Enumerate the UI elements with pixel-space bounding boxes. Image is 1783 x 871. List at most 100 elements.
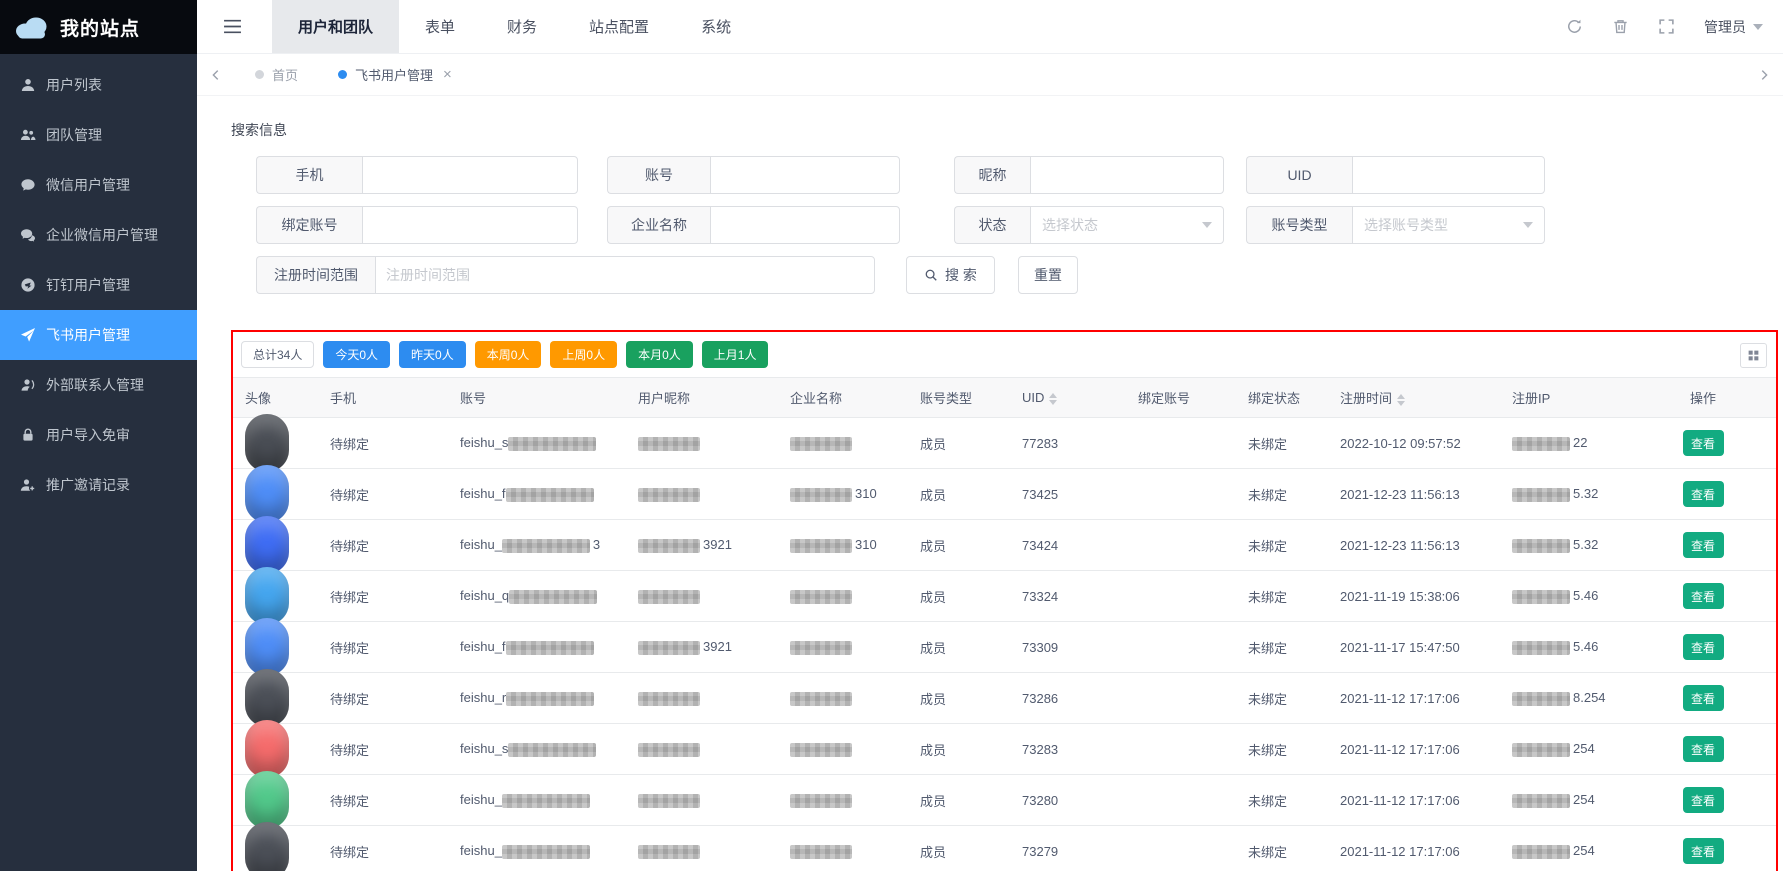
fullscreen-icon[interactable] (1658, 18, 1675, 35)
sidebar-item-6[interactable]: 飞书用户管理 (0, 310, 197, 360)
page-tab-1[interactable]: 首页 (235, 65, 318, 84)
sidebar-item-9[interactable]: 推广邀请记录 (0, 460, 197, 510)
view-button[interactable]: 查看 (1683, 685, 1724, 711)
cell-uid: 73424 (1010, 520, 1126, 571)
reset-button[interactable]: 重置 (1018, 256, 1078, 294)
uid-input[interactable] (1352, 156, 1545, 194)
cell-company: 310 (778, 469, 908, 520)
nickname-input[interactable] (1030, 156, 1224, 194)
cell-phone: 待绑定 (318, 775, 448, 826)
view-button[interactable]: 查看 (1683, 532, 1724, 558)
wecom-icon (20, 227, 36, 243)
redacted-text (1512, 692, 1570, 706)
view-button[interactable]: 查看 (1683, 787, 1724, 813)
cell-company: 310 (778, 520, 908, 571)
sort-icon[interactable] (1397, 394, 1405, 406)
sidebar-item-3[interactable]: 微信用户管理 (0, 160, 197, 210)
reset-button-label: 重置 (1034, 265, 1062, 285)
sidebar-item-2[interactable]: 团队管理 (0, 110, 197, 160)
stat-button-3[interactable]: 昨天0人 (399, 341, 466, 368)
cell-avatar (233, 622, 318, 673)
redacted-text (638, 641, 700, 655)
cell-type: 成员 (908, 673, 1010, 724)
account-input[interactable] (710, 156, 900, 194)
cell-phone: 待绑定 (318, 469, 448, 520)
col-reg_time-header[interactable]: 注册时间 (1328, 378, 1500, 418)
phone-input[interactable] (362, 156, 578, 194)
redacted-text (790, 590, 852, 604)
sidebar-item-7[interactable]: 外部联系人管理 (0, 360, 197, 410)
stat-button-6[interactable]: 本月0人 (626, 341, 693, 368)
user-menu[interactable]: 管理员 (1704, 17, 1763, 37)
sidebar-item-4[interactable]: 企业微信用户管理 (0, 210, 197, 260)
avatar (245, 516, 289, 574)
main-panel: 用户和团队表单 财务 站点配置系统 管理员 (197, 0, 1783, 871)
account-type-select[interactable]: 选择账号类型 (1352, 206, 1545, 244)
view-button[interactable]: 查看 (1683, 583, 1724, 609)
view-button[interactable]: 查看 (1683, 838, 1724, 864)
topnav-tab-label: 财务 (507, 16, 537, 37)
stat-button-1[interactable]: 总计34人 (241, 341, 314, 368)
topnav-tab-2[interactable]: 表单 (399, 0, 481, 53)
view-button[interactable]: 查看 (1683, 634, 1724, 660)
stat-button-4[interactable]: 本周0人 (475, 341, 542, 368)
refresh-icon[interactable] (1566, 18, 1583, 35)
topnav-tab-3[interactable]: 财务 (481, 0, 563, 53)
cell-nickname (626, 775, 778, 826)
sidebar-item-5[interactable]: 钉钉用户管理 (0, 260, 197, 310)
col-bind_status-header: 绑定状态 (1236, 378, 1328, 418)
cell-action: 查看 (1630, 571, 1776, 622)
view-button[interactable]: 查看 (1683, 481, 1724, 507)
view-button[interactable]: 查看 (1683, 430, 1724, 456)
menu-toggle-icon[interactable] (223, 18, 242, 35)
redacted-text (638, 539, 700, 553)
page-tab-2[interactable]: 飞书用户管理× (318, 65, 472, 84)
cell-type: 成员 (908, 469, 1010, 520)
cell-action: 查看 (1630, 724, 1776, 775)
cell-avatar (233, 520, 318, 571)
redacted-text (508, 437, 596, 451)
brand[interactable]: 我的站点 (0, 0, 197, 54)
cell-avatar (233, 571, 318, 622)
cell-bind-status: 未绑定 (1236, 724, 1328, 775)
reg-range-input[interactable] (375, 256, 875, 294)
topnav-tab-4[interactable]: 站点配置 (563, 0, 675, 53)
table-row: 待绑定feishu_q成员73324未绑定2021-11-19 15:38:06… (233, 571, 1776, 622)
redacted-text (638, 743, 700, 757)
cell-phone: 待绑定 (318, 673, 448, 724)
redacted-text (638, 794, 700, 808)
sort-icon[interactable] (1049, 393, 1057, 405)
topnav-tab-1[interactable]: 用户和团队 (272, 0, 399, 53)
stat-button-2[interactable]: 今天0人 (323, 341, 390, 368)
table-row: 待绑定feishu_成员73280未绑定2021-11-12 17:17:062… (233, 775, 1776, 826)
redacted-text (790, 437, 852, 451)
cell-bind-status: 未绑定 (1236, 520, 1328, 571)
bound-account-input[interactable] (362, 206, 578, 244)
company-input[interactable] (710, 206, 900, 244)
cell-uid: 73280 (1010, 775, 1126, 826)
cell-bind-status: 未绑定 (1236, 469, 1328, 520)
sidebar-item-8[interactable]: 用户导入免审 (0, 410, 197, 460)
sidebar-item-1[interactable]: 用户列表 (0, 60, 197, 110)
status-select[interactable]: 选择状态 (1030, 206, 1224, 244)
search-button[interactable]: 搜 索 (906, 256, 995, 294)
stat-button-7[interactable]: 上月1人 (702, 341, 769, 368)
chevron-right-icon[interactable] (1745, 68, 1783, 82)
chevron-left-icon[interactable] (197, 68, 235, 82)
redacted-text (790, 845, 852, 859)
stat-button-5[interactable]: 上周0人 (550, 341, 617, 368)
topnav-tab-5[interactable]: 系统 (675, 0, 757, 53)
avatar (245, 720, 289, 778)
col-bound-header: 绑定账号 (1126, 378, 1236, 418)
cell-avatar (233, 775, 318, 826)
view-button[interactable]: 查看 (1683, 736, 1724, 762)
redacted-text (638, 692, 700, 706)
close-icon[interactable]: × (443, 67, 452, 82)
stats-bar: 总计34人今天0人昨天0人本周0人上周0人本月0人上月1人 (233, 332, 1776, 377)
col-uid-header[interactable]: UID (1010, 378, 1126, 418)
column-settings-button[interactable] (1740, 343, 1767, 368)
wechat-icon (20, 177, 36, 193)
trash-icon[interactable] (1612, 18, 1629, 35)
cell-bound-account (1126, 775, 1236, 826)
cell-account: feishu_q (448, 571, 626, 622)
